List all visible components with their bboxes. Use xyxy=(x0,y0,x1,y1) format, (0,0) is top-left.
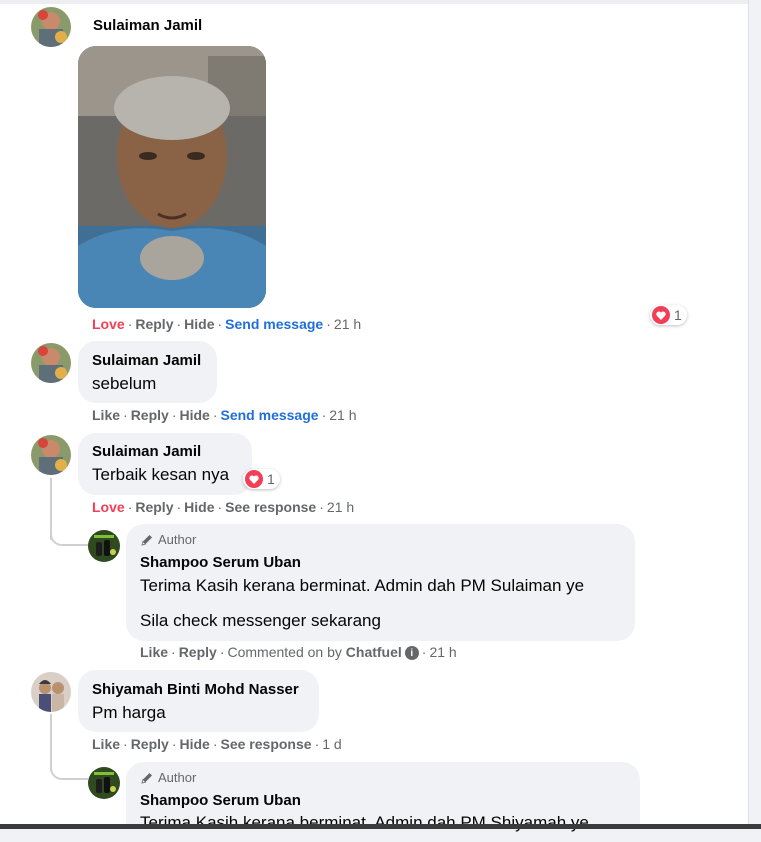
comment-text: sebelum xyxy=(92,374,157,393)
comment-author-name[interactable]: Sulaiman Jamil xyxy=(92,443,201,460)
separator: · xyxy=(123,736,128,752)
separator: · xyxy=(171,736,177,752)
comment-actions: Love · Reply · Hide · Send message · 21 h xyxy=(92,316,361,332)
timestamp[interactable]: 21 h xyxy=(329,407,356,423)
comment-actions: Love · Reply · Hide · See response · 21 h xyxy=(92,499,354,515)
reply-button[interactable]: Reply xyxy=(179,644,217,660)
reaction-count: 1 xyxy=(267,471,275,487)
author-badge: Author xyxy=(140,532,196,547)
love-button[interactable]: Love xyxy=(92,316,125,332)
separator: · xyxy=(171,644,176,660)
reply-author-name[interactable]: Shampoo Serum Uban xyxy=(140,554,301,571)
avatar[interactable] xyxy=(31,343,71,383)
comment-photo[interactable] xyxy=(78,46,266,308)
author-badge: Author xyxy=(140,770,196,785)
send-message-link[interactable]: Send message xyxy=(221,407,319,423)
hide-button[interactable]: Hide xyxy=(184,499,214,515)
separator: · xyxy=(176,316,182,332)
separator: · xyxy=(314,736,320,752)
top-divider xyxy=(0,0,748,4)
comment-author-name[interactable]: Sulaiman Jamil xyxy=(93,17,202,34)
hide-button[interactable]: Hide xyxy=(179,736,209,752)
reply-button[interactable]: Reply xyxy=(131,407,169,423)
hide-button[interactable]: Hide xyxy=(179,407,209,423)
reply-text-line1: Terima Kasih kerana berminat. Admin dah … xyxy=(140,813,589,832)
reaction-count: 1 xyxy=(674,307,682,323)
separator: · xyxy=(217,316,223,332)
reply-author-name[interactable]: Shampoo Serum Uban xyxy=(140,792,301,809)
reply-button[interactable]: Reply xyxy=(131,736,169,752)
bottom-bar xyxy=(0,824,761,829)
reply-actions: Like · Reply · Commented on by Chatfuel i · 21 … xyxy=(140,644,457,661)
avatar[interactable] xyxy=(31,7,71,47)
comment-actions: Like · Reply · Hide · Send message · 21 h xyxy=(92,407,356,423)
app-name[interactable]: Chatfuel xyxy=(346,644,402,660)
heart-icon xyxy=(245,470,263,488)
pencil-icon xyxy=(141,772,152,784)
pencil-icon xyxy=(141,534,152,546)
separator: · xyxy=(321,407,327,423)
separator: · xyxy=(127,499,133,515)
hide-button[interactable]: Hide xyxy=(184,316,214,332)
separator: · xyxy=(171,407,177,423)
timestamp[interactable]: 21 h xyxy=(429,644,456,660)
comment-author-name[interactable]: Sulaiman Jamil xyxy=(92,352,201,369)
page-avatar[interactable] xyxy=(88,530,120,562)
author-badge-label: Author xyxy=(158,532,197,547)
reply-text-line2: Sila check messenger sekarang xyxy=(140,611,381,630)
separator: · xyxy=(127,316,133,332)
separator: · xyxy=(212,407,218,423)
separator: · xyxy=(219,644,225,660)
reply-text-line1: Terima Kasih kerana berminat. Admin dah … xyxy=(140,576,585,595)
page-avatar[interactable] xyxy=(88,767,120,799)
timestamp[interactable]: 1 d xyxy=(322,736,341,752)
send-message-link[interactable]: Send message xyxy=(225,316,323,332)
commented-on-by-label: Commented on by xyxy=(227,644,342,660)
reaction-count-badge[interactable]: 1 xyxy=(650,305,687,325)
see-response-button[interactable]: See response xyxy=(221,736,312,752)
separator: · xyxy=(326,316,331,332)
separator: · xyxy=(123,407,128,423)
author-badge-label: Author xyxy=(158,770,197,785)
separator: · xyxy=(421,644,427,660)
timestamp[interactable]: 21 h xyxy=(334,316,361,332)
heart-icon xyxy=(652,306,670,324)
separator: · xyxy=(217,499,223,515)
like-button[interactable]: Like xyxy=(92,736,120,752)
thread-connector xyxy=(50,752,88,780)
comment-text: Pm harga xyxy=(92,703,166,722)
reaction-count-badge[interactable]: 1 xyxy=(243,469,280,489)
separator: · xyxy=(212,736,218,752)
comment-text: Terbaik kesan nya xyxy=(92,465,230,484)
scroll-edge xyxy=(748,0,761,829)
like-button[interactable]: Like xyxy=(140,644,168,660)
comment-actions: Like · Reply · Hide · See response · 1 d xyxy=(92,736,342,752)
avatar[interactable] xyxy=(31,435,71,475)
thread-connector xyxy=(50,520,88,546)
avatar[interactable] xyxy=(31,672,71,712)
love-button[interactable]: Love xyxy=(92,499,125,515)
separator: · xyxy=(319,499,324,515)
comment-author-name[interactable]: Shiyamah Binti Mohd Nasser xyxy=(92,681,299,698)
separator: · xyxy=(176,499,182,515)
timestamp[interactable]: 21 h xyxy=(327,499,354,515)
reply-button[interactable]: Reply xyxy=(135,316,173,332)
like-button[interactable]: Like xyxy=(92,407,120,423)
info-icon[interactable]: i xyxy=(404,646,419,661)
see-response-button[interactable]: See response xyxy=(225,499,316,515)
reply-button[interactable]: Reply xyxy=(135,499,173,515)
